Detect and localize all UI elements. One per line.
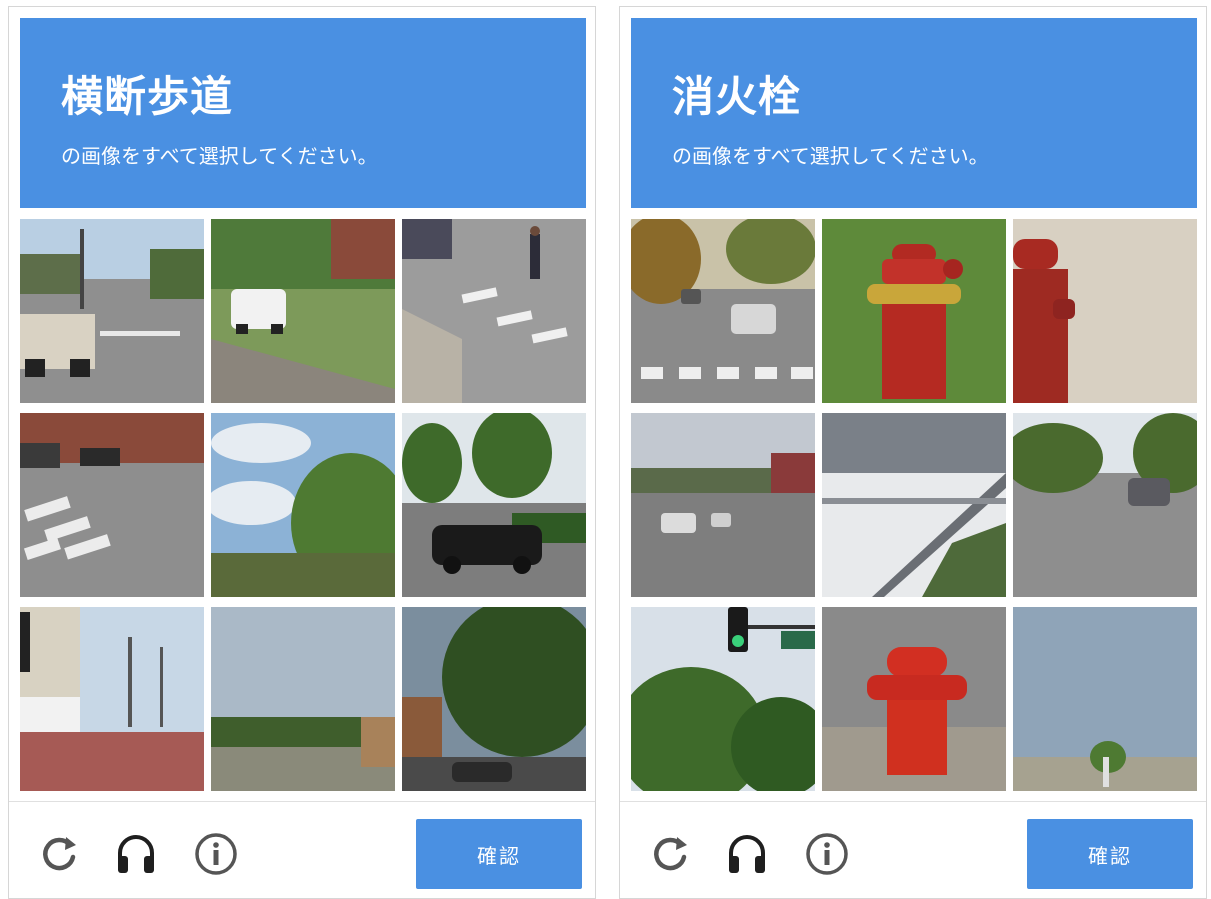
image-tile-building-and-power-lines[interactable] bbox=[20, 607, 204, 791]
sky-and-horizon-image bbox=[1013, 607, 1197, 791]
info-icon[interactable] bbox=[804, 831, 850, 877]
crosswalk-street-image bbox=[20, 413, 204, 597]
challenge-keyword: 消火栓 bbox=[672, 72, 802, 121]
empty-field-image bbox=[211, 607, 395, 791]
image-grid bbox=[631, 219, 1197, 791]
street-with-truck-image bbox=[20, 219, 204, 403]
image-tile-trees-and-houses[interactable] bbox=[402, 607, 586, 791]
road-with-cars-image bbox=[631, 219, 815, 403]
road-with-white-van-image bbox=[211, 219, 395, 403]
city-street-image bbox=[631, 413, 815, 597]
red-fire-hydrant-image bbox=[822, 219, 1006, 403]
image-tile-sky-and-trees[interactable] bbox=[211, 413, 395, 597]
trees-and-houses-image bbox=[402, 607, 586, 791]
challenge-header: 横断歩道 の画像をすべて選択してください。 bbox=[20, 18, 586, 208]
red-fire-hydrant-closeup-image bbox=[822, 607, 1006, 791]
reload-icon[interactable] bbox=[36, 831, 82, 877]
image-tile-sky-and-horizon[interactable] bbox=[1013, 607, 1197, 791]
building-and-power-lines-image bbox=[20, 607, 204, 791]
image-tile-road-with-cars[interactable] bbox=[631, 219, 815, 403]
image-tile-overpass-structure[interactable] bbox=[822, 413, 1006, 597]
image-tile-crosswalk-with-pedestrian[interactable] bbox=[402, 219, 586, 403]
challenge-instruction: の画像をすべて選択してください。 bbox=[61, 144, 378, 168]
headphones-icon[interactable] bbox=[724, 831, 770, 877]
recaptcha-widget-fire-hydrant: 消火栓 の画像をすべて選択してください。 確認 bbox=[619, 6, 1207, 899]
reload-icon[interactable] bbox=[647, 831, 693, 877]
image-tile-residential-street[interactable] bbox=[1013, 413, 1197, 597]
red-fire-hydrant-on-sidewalk-image bbox=[1013, 219, 1197, 403]
sky-and-trees-image bbox=[211, 413, 395, 597]
image-tile-crosswalk-street[interactable] bbox=[20, 413, 204, 597]
image-tile-red-fire-hydrant[interactable] bbox=[822, 219, 1006, 403]
image-tile-traffic-light[interactable] bbox=[631, 607, 815, 791]
image-grid bbox=[20, 219, 586, 791]
image-tile-street-with-truck[interactable] bbox=[20, 219, 204, 403]
image-tile-empty-field[interactable] bbox=[211, 607, 395, 791]
image-tile-red-fire-hydrant-on-sidewalk[interactable] bbox=[1013, 219, 1197, 403]
image-tile-parked-black-car[interactable] bbox=[402, 413, 586, 597]
info-icon[interactable] bbox=[193, 831, 239, 877]
overpass-structure-image bbox=[822, 413, 1006, 597]
challenge-header: 消火栓 の画像をすべて選択してください。 bbox=[631, 18, 1197, 208]
footer-divider bbox=[620, 801, 1206, 802]
traffic-light-image bbox=[631, 607, 815, 791]
recaptcha-widget-crosswalk: 横断歩道 の画像をすべて選択してください。 確認 bbox=[8, 6, 596, 899]
verify-button[interactable]: 確認 bbox=[416, 819, 582, 889]
headphones-icon[interactable] bbox=[113, 831, 159, 877]
residential-street-image bbox=[1013, 413, 1197, 597]
challenge-instruction: の画像をすべて選択してください。 bbox=[672, 144, 989, 168]
parked-black-car-image bbox=[402, 413, 586, 597]
image-tile-road-with-white-van[interactable] bbox=[211, 219, 395, 403]
crosswalk-with-pedestrian-image bbox=[402, 219, 586, 403]
verify-button[interactable]: 確認 bbox=[1027, 819, 1193, 889]
footer-divider bbox=[9, 801, 595, 802]
image-tile-city-street[interactable] bbox=[631, 413, 815, 597]
challenge-keyword: 横断歩道 bbox=[61, 72, 234, 121]
image-tile-red-fire-hydrant-closeup[interactable] bbox=[822, 607, 1006, 791]
